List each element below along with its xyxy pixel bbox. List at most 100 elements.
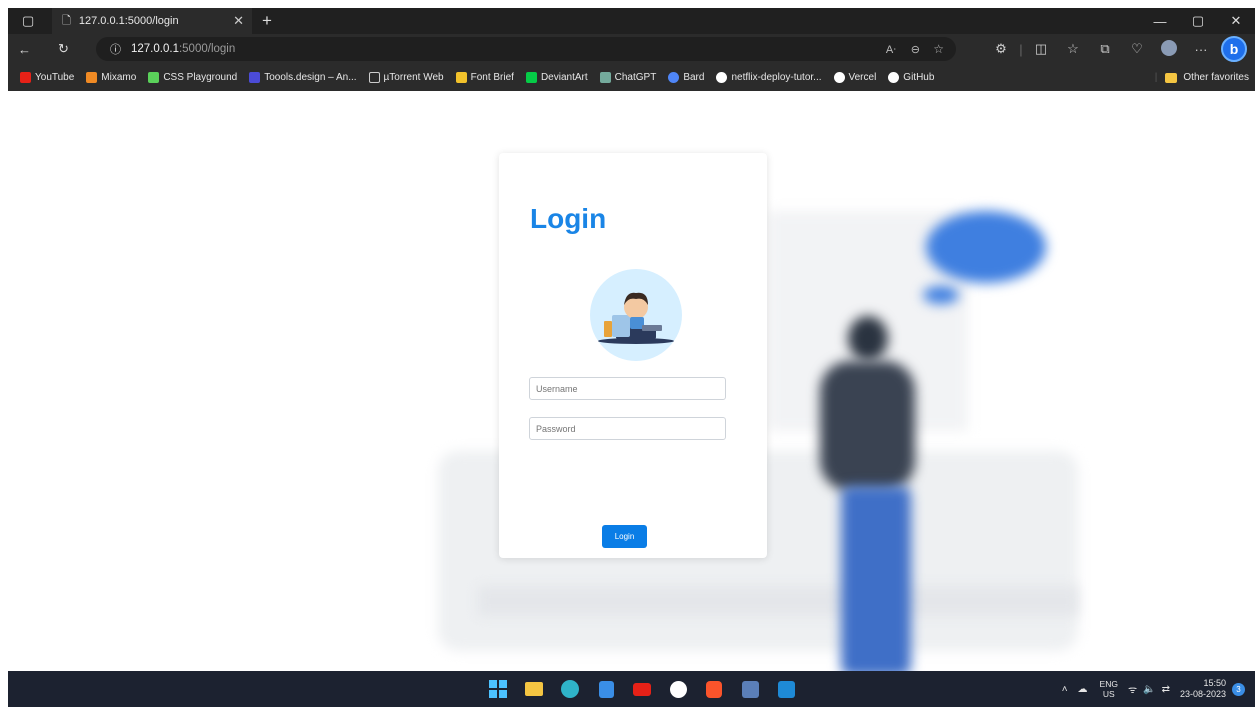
login-card: Login Login <box>499 153 767 558</box>
bookmark-label: YouTube <box>35 72 75 83</box>
start-windows-icon[interactable] <box>480 671 516 707</box>
login-title: Login <box>530 203 607 234</box>
folder-icon <box>1165 72 1178 83</box>
network-icon[interactable]: ⇄ <box>1162 684 1170 695</box>
clock-time: 15:50 <box>1203 678 1226 688</box>
deviantart-icon <box>525 72 537 83</box>
other-favorites[interactable]: | Other favorites <box>1155 64 1249 91</box>
zoom-icon[interactable]: ⊖ <box>911 43 920 56</box>
clock[interactable]: 15:50 23-08-2023 <box>1180 678 1226 700</box>
snipping-tool-icon[interactable] <box>732 671 768 707</box>
tab-bar: ▢ 🗋 127.0.0.1:5000/login ✕ + — ▢ ✕ <box>8 8 1255 34</box>
bookmark-youtube[interactable]: YouTube <box>20 72 74 83</box>
bookmark-label: CSS Playground <box>163 72 238 83</box>
bookmark-label: GitHub <box>903 72 935 83</box>
bookmark-label: Toools.design – An... <box>264 72 357 83</box>
bookmark-css-playground[interactable]: CSS Playground <box>148 72 237 83</box>
split-screen-icon[interactable]: ◫ <box>1025 41 1057 57</box>
other-favorites-label: Other favorites <box>1183 72 1249 83</box>
wifi-icon[interactable]: ᯤ <box>1128 682 1137 696</box>
collections-icon[interactable]: ⧉ <box>1089 41 1121 57</box>
bookmark-chatgpt[interactable]: ChatGPT <box>599 72 657 83</box>
bookmark-deviantart[interactable]: DeviantArt <box>525 72 588 83</box>
bookmarks-bar: YouTube Mixamo CSS Playground Toools.des… <box>8 64 1255 91</box>
favorite-star-icon[interactable]: ☆ <box>933 42 944 56</box>
user-avatar-icon <box>598 292 674 344</box>
lang-bottom: US <box>1102 689 1115 699</box>
chatgpt-icon <box>599 72 611 83</box>
taskbar: ˄ ☁ ENG US ᯤ 🔈 ⇄ 15:50 23-08-2023 3 <box>8 671 1255 707</box>
site-info-icon[interactable]: ⓘ <box>110 41 121 57</box>
login-button[interactable]: Login <box>602 525 647 548</box>
back-button[interactable]: ← <box>18 34 31 64</box>
close-tab-icon[interactable]: ✕ <box>233 13 244 29</box>
minimize-button[interactable]: — <box>1141 8 1179 34</box>
bookmark-mixamo[interactable]: Mixamo <box>86 72 136 83</box>
maximize-button[interactable]: ▢ <box>1179 8 1217 34</box>
css-playground-icon <box>148 72 160 83</box>
bookmark-label: Mixamo <box>101 72 137 83</box>
github-icon <box>888 72 900 83</box>
bookmark-bard[interactable]: Bard <box>668 72 704 83</box>
bookmark-vercel[interactable]: Vercel <box>833 72 877 83</box>
edge-browser-icon[interactable] <box>552 671 588 707</box>
close-window-button[interactable]: ✕ <box>1217 8 1255 34</box>
address-bar-row: ← ↻ ⓘ 127.0.0.1 :5000/login Aᐧ ⊖ ☆ ⚙ | ◫… <box>8 34 1255 64</box>
address-bar[interactable]: ⓘ 127.0.0.1 :5000/login Aᐧ ⊖ ☆ <box>96 37 956 61</box>
url-path: :5000/login <box>178 43 236 55</box>
vscode-icon[interactable] <box>768 671 804 707</box>
bookmark-utorrent[interactable]: µTorrent Web <box>368 72 444 83</box>
new-tab-button[interactable]: + <box>258 8 276 34</box>
github-desktop-icon[interactable] <box>660 671 696 707</box>
page-icon: 🗋 <box>62 14 71 27</box>
tab-actions-icon[interactable]: ▢ <box>22 8 34 34</box>
more-options-icon[interactable]: ··· <box>1185 42 1217 57</box>
system-tray: ˄ ☁ ENG US ᯤ 🔈 ⇄ 15:50 23-08-2023 3 <box>1052 671 1245 707</box>
bookmark-label: Bard <box>683 72 705 83</box>
bookmark-netflix-deploy[interactable]: netflix-deploy-tutor... <box>716 72 822 83</box>
calculator-icon[interactable] <box>588 671 624 707</box>
vercel-triangle-icon <box>833 72 845 83</box>
read-aloud-icon[interactable]: Aᐧ <box>886 43 896 56</box>
bing-copilot-icon[interactable]: b <box>1221 36 1247 62</box>
window-controls: — ▢ ✕ <box>1141 8 1255 34</box>
url-host: 127.0.0.1 <box>131 43 179 55</box>
toolbar-divider: | <box>1019 41 1023 57</box>
extensions-icon[interactable]: ⚙ <box>985 41 1017 57</box>
browser-window: ▢ 🗋 127.0.0.1:5000/login ✕ + — ▢ ✕ ← ↻ ⓘ… <box>0 0 1255 707</box>
chevron-up-icon[interactable]: ˄ <box>1062 684 1068 695</box>
font-brief-icon <box>455 72 467 83</box>
volume-icon[interactable]: 🔈 <box>1143 684 1155 695</box>
onedrive-cloud-icon[interactable]: ☁ <box>1078 684 1088 695</box>
bookmark-label: Font Brief <box>470 72 514 83</box>
avatar <box>590 269 682 361</box>
profile-avatar[interactable] <box>1153 39 1185 59</box>
bookmark-label: Vercel <box>848 72 877 83</box>
browser-essentials-icon[interactable]: ♡ <box>1121 41 1153 57</box>
file-explorer-icon[interactable] <box>516 671 552 707</box>
tab-title: 127.0.0.1:5000/login <box>78 15 179 27</box>
bookmark-label: netflix-deploy-tutor... <box>731 72 822 83</box>
favorites-icon[interactable]: ☆ <box>1057 41 1089 57</box>
page-icon <box>368 72 380 83</box>
youtube-app-icon[interactable] <box>624 671 660 707</box>
brave-browser-icon[interactable] <box>696 671 732 707</box>
taskbar-apps <box>480 671 804 707</box>
bookmark-github[interactable]: GitHub <box>888 72 934 83</box>
bookmarks-divider: | <box>1154 72 1158 83</box>
bookmark-label: µTorrent Web <box>383 72 444 83</box>
bookmark-toools-design[interactable]: Toools.design – An... <box>249 72 357 83</box>
active-tab[interactable]: 🗋 127.0.0.1:5000/login ✕ <box>52 8 252 34</box>
toools-design-icon <box>249 72 261 83</box>
clock-date: 23-08-2023 <box>1179 689 1226 699</box>
page-viewport: Login Login <box>8 91 1255 671</box>
language-indicator[interactable]: ENG US <box>1100 679 1118 699</box>
password-input[interactable] <box>529 417 726 440</box>
username-input[interactable] <box>529 377 726 400</box>
toolbar: ⚙ | ◫ ☆ ⧉ ♡ ··· b <box>985 34 1247 64</box>
bookmark-label: ChatGPT <box>614 72 657 83</box>
reload-button[interactable]: ↻ <box>58 34 69 64</box>
bard-icon <box>668 72 680 83</box>
notification-badge[interactable]: 3 <box>1232 682 1245 696</box>
bookmark-font-brief[interactable]: Font Brief <box>455 72 514 83</box>
